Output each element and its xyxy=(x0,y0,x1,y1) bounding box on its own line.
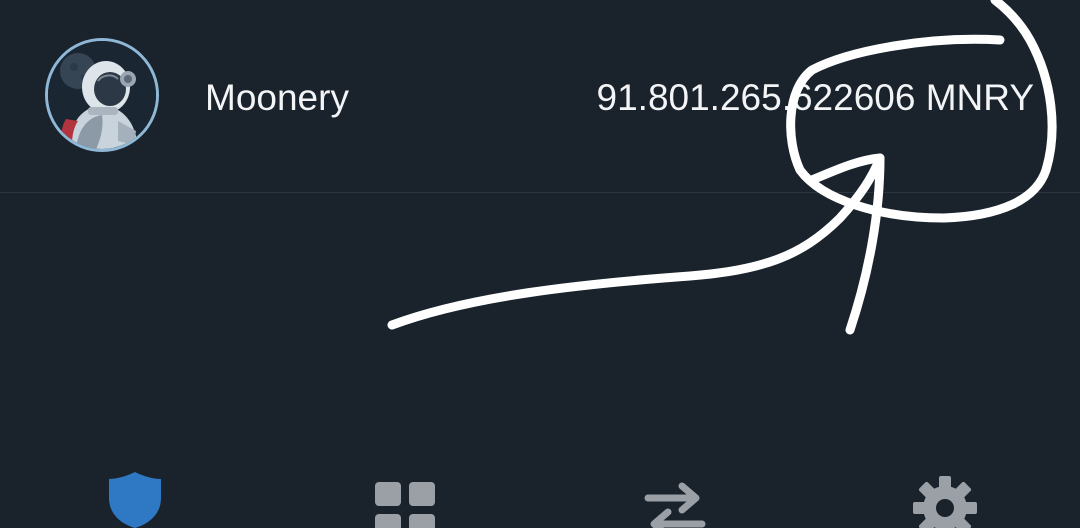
nav-swap-tab[interactable] xyxy=(635,470,715,528)
token-balance: 91.801.265.622606 MNRY xyxy=(596,77,1034,118)
dashboard-grid-icon xyxy=(375,482,435,528)
token-avatar xyxy=(45,38,159,152)
token-name: Moonery xyxy=(205,77,349,118)
wallet-screen: Moonery 91.801.265.622606 MNRY xyxy=(0,0,1080,528)
nav-settings-tab[interactable] xyxy=(905,470,985,528)
nav-wallet-tab[interactable] xyxy=(95,470,175,528)
swap-arrows-icon xyxy=(644,482,706,528)
astronaut-logo-icon xyxy=(48,41,156,149)
nav-discover-tab[interactable] xyxy=(365,470,445,528)
gear-icon xyxy=(913,476,977,528)
shield-icon xyxy=(109,472,161,528)
token-row[interactable]: Moonery 91.801.265.622606 MNRY xyxy=(0,0,1080,193)
bottom-navigation xyxy=(0,460,1080,528)
